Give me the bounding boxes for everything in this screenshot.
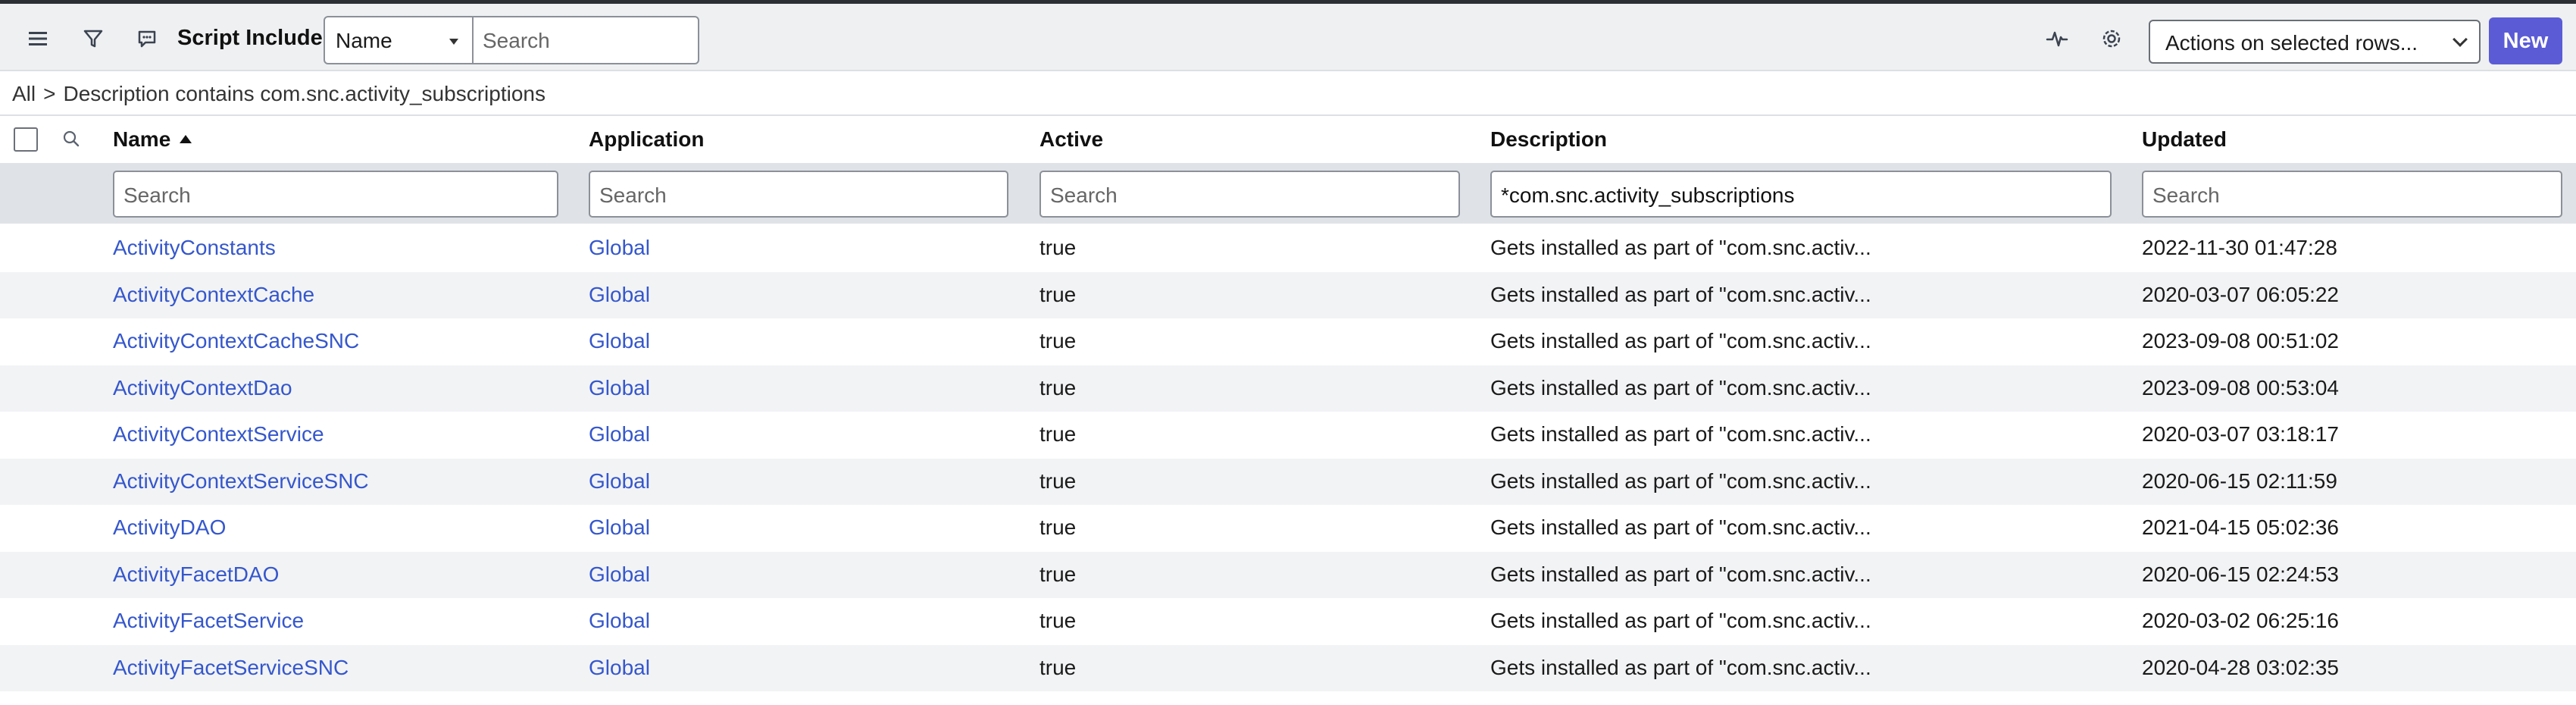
actions-on-selected-rows-select[interactable]: Actions on selected rows... (2149, 20, 2481, 64)
column-header-active[interactable]: Active (1039, 127, 1103, 152)
row-name-link[interactable]: ActivityFacetServiceSNC (113, 656, 349, 680)
column-header-application[interactable]: Application (589, 127, 704, 152)
chat-bubble-icon[interactable] (129, 20, 165, 57)
table-row[interactable]: ActivityFacetServiceSNC Global true Gets in… (0, 644, 2576, 691)
name-column-search-input[interactable]: Search (113, 171, 558, 218)
updated-column-search-input[interactable]: Search (2142, 171, 2562, 218)
table-row[interactable]: ActivityContextServiceSNC Global true Gets … (0, 458, 2576, 505)
row-active-value: true (1039, 282, 1077, 306)
row-active-value: true (1039, 562, 1077, 586)
row-description-value: Gets installed as part of "com.snc.activ… (1490, 468, 1871, 493)
table-row[interactable]: ActivityContextCache Global true Gets insta… (0, 271, 2576, 318)
row-active-value: true (1039, 329, 1077, 352)
sort-ascending-icon (180, 135, 192, 143)
row-application-link[interactable]: Global (589, 609, 650, 633)
page-title: Script Includes (177, 26, 335, 50)
column-header-name[interactable]: Name (113, 127, 192, 152)
row-name-link[interactable]: ActivityFacetService (113, 609, 304, 633)
row-description-value: Gets installed as part of "com.snc.activ… (1490, 375, 1871, 400)
table-row[interactable]: ActivityContextDao Global true Gets install… (0, 365, 2576, 412)
row-description-value: Gets installed as part of "com.snc.activ… (1490, 282, 1871, 306)
gear-icon[interactable] (2093, 20, 2130, 57)
column-search-row: Search Search Search *com.snc.activity_s… (0, 163, 2576, 224)
row-updated-value: 2020-03-02 06:25:16 (2142, 609, 2339, 632)
row-active-value: true (1039, 468, 1077, 493)
table-body: ActivityConstants Global true Gets installe… (0, 225, 2576, 691)
active-column-search-input[interactable]: Search (1039, 171, 1460, 218)
column-header-name-label: Name (113, 127, 171, 151)
row-name-link[interactable]: ActivityFacetDAO (113, 562, 279, 587)
row-description-value: Gets installed as part of "com.snc.activ… (1490, 562, 1871, 586)
row-application-link[interactable]: Global (589, 469, 650, 494)
row-updated-value: 2023-09-08 00:53:04 (2142, 375, 2339, 400)
row-name-link[interactable]: ActivityContextCacheSNC (113, 329, 359, 353)
table-row[interactable]: ActivityFacetService Global true Gets insta… (0, 598, 2576, 645)
magnifier-search-icon[interactable] (53, 121, 89, 157)
list-toolbar: Script Includes Name Search Actions on s… (0, 0, 2576, 71)
row-description-value: Gets installed as part of "com.snc.activ… (1490, 515, 1871, 539)
table-row[interactable]: ActivityContextService Global true Gets ins… (0, 412, 2576, 459)
row-application-link[interactable]: Global (589, 283, 650, 307)
row-application-link[interactable]: Global (589, 236, 650, 260)
row-active-value: true (1039, 375, 1077, 400)
row-name-link[interactable]: ActivityConstants (113, 236, 276, 260)
row-updated-value: 2020-06-15 02:24:53 (2142, 562, 2339, 586)
row-description-value: Gets installed as part of "com.snc.activ… (1490, 609, 1871, 632)
search-field-select[interactable]: Name (324, 16, 474, 64)
activity-pulse-icon[interactable] (2039, 20, 2075, 57)
row-active-value: true (1039, 655, 1077, 679)
breadcrumb-separator: > (43, 82, 56, 105)
hamburger-menu-icon[interactable] (20, 20, 56, 57)
caret-down-icon (449, 39, 458, 45)
column-header-updated[interactable]: Updated (2142, 127, 2227, 152)
new-button[interactable]: New (2489, 17, 2562, 64)
column-header-description[interactable]: Description (1490, 127, 1607, 152)
row-application-link[interactable]: Global (589, 562, 650, 587)
list-search-input[interactable]: Search (472, 16, 699, 64)
table-row[interactable]: ActivityDAO Global true Gets installed as p… (0, 505, 2576, 552)
row-updated-value: 2021-04-15 05:02:36 (2142, 515, 2339, 539)
row-active-value: true (1039, 515, 1077, 539)
row-application-link[interactable]: Global (589, 656, 650, 680)
actions-select-value: Actions on selected rows... (2165, 31, 2418, 55)
row-name-link[interactable]: ActivityContextServiceSNC (113, 469, 369, 494)
row-updated-value: 2020-06-15 02:11:59 (2142, 468, 2337, 493)
select-all-checkbox[interactable] (14, 127, 38, 152)
description-column-search-input[interactable]: *com.snc.activity_subscriptions (1490, 171, 2112, 218)
row-updated-value: 2022-11-30 01:47:28 (2142, 236, 2337, 259)
breadcrumb: All > Description contains com.snc.activit… (12, 82, 546, 106)
table-row[interactable]: ActivityContextCacheSNC Global true Gets in… (0, 318, 2576, 365)
table-row[interactable]: ActivityConstants Global true Gets installe… (0, 225, 2576, 272)
table-row[interactable]: ActivityFacetDAO Global true Gets installed… (0, 551, 2576, 598)
row-description-value: Gets installed as part of "com.snc.activ… (1490, 236, 1871, 259)
row-updated-value: 2020-04-28 03:02:35 (2142, 655, 2339, 679)
breadcrumb-filter-condition[interactable]: Description contains com.snc.activity_su… (63, 82, 545, 105)
row-name-link[interactable]: ActivityContextCache (113, 283, 314, 307)
row-application-link[interactable]: Global (589, 376, 650, 400)
row-description-value: Gets installed as part of "com.snc.activ… (1490, 655, 1871, 679)
application-column-search-input[interactable]: Search (589, 171, 1008, 218)
row-updated-value: 2023-09-08 00:51:02 (2142, 329, 2339, 352)
funnel-filter-icon[interactable] (75, 20, 111, 57)
row-name-link[interactable]: ActivityDAO (113, 515, 226, 540)
row-updated-value: 2020-03-07 03:18:17 (2142, 422, 2339, 446)
row-description-value: Gets installed as part of "com.snc.activ… (1490, 329, 1871, 352)
breadcrumb-all-link[interactable]: All (12, 82, 36, 105)
row-name-link[interactable]: ActivityContextDao (113, 376, 292, 400)
row-name-link[interactable]: ActivityContextService (113, 422, 324, 446)
row-application-link[interactable]: Global (589, 422, 650, 446)
row-active-value: true (1039, 609, 1077, 632)
chevron-down-icon (2453, 32, 2468, 47)
row-active-value: true (1039, 422, 1077, 446)
row-application-link[interactable]: Global (589, 329, 650, 353)
row-updated-value: 2020-03-07 06:05:22 (2142, 282, 2339, 306)
row-application-link[interactable]: Global (589, 515, 650, 540)
row-active-value: true (1039, 236, 1077, 259)
row-description-value: Gets installed as part of "com.snc.activ… (1490, 422, 1871, 446)
table-header-row: Name Application Active Description Upda… (0, 116, 2576, 163)
search-field-select-value: Name (336, 29, 392, 52)
